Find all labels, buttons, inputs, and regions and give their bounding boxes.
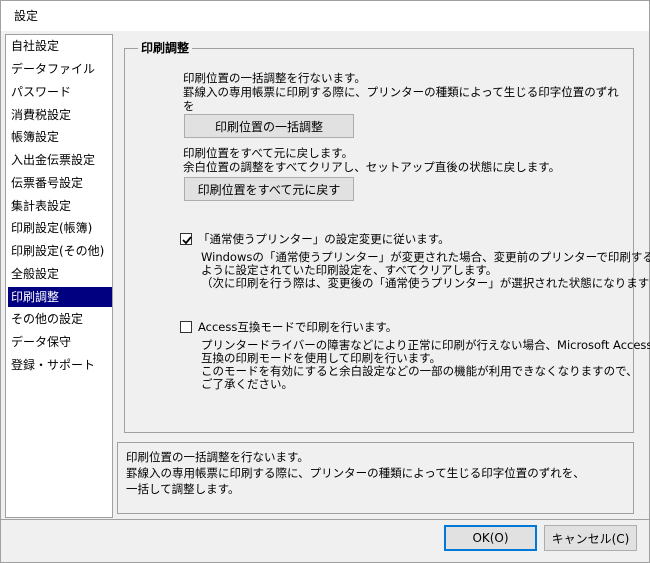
description-line-1: 印刷位置の一括調整を行ないます。 [126,450,309,464]
sidebar-item-general[interactable]: 全般設定 [8,264,112,284]
footer-divider [1,519,649,520]
default-printer-desc-3: （次に印刷を行う際は、変更後の「通常使うプリンター」が選択された状態になります） [201,276,650,290]
bulk-adjust-button[interactable]: 印刷位置の一括調整 [184,114,354,138]
sidebar-item-slip-number[interactable]: 伝票番号設定 [8,173,112,193]
cancel-button[interactable]: キャンセル(C) [544,525,637,551]
group-title: 印刷調整 [138,41,193,56]
default-printer-checkbox[interactable] [180,233,192,245]
sidebar-item-tax[interactable]: 消費税設定 [8,105,112,125]
window-title: 設定 [14,9,39,23]
sidebar-item-cash-slip[interactable]: 入出金伝票設定 [8,150,112,170]
access-compat-checkbox[interactable] [180,321,192,333]
settings-dialog: 設定 自社設定 データファイル パスワード 消費税設定 帳簿設定 入出金伝票設定… [0,0,650,563]
access-compat-label[interactable]: Access互換モードで印刷を行います。 [198,320,397,334]
ok-button[interactable]: OK(O) [444,525,537,551]
sidebar-item-other[interactable]: その他の設定 [8,309,112,329]
print-adjust-group: 印刷調整 印刷位置の一括調整を行ないます。 罫線入の専用帳票に印刷する際に、プリ… [124,41,650,433]
description-line-2: 罫線入の専用帳票に印刷する際に、プリンターの種類によって生じる印字位置のずれを、 [126,466,585,480]
sidebar-item-data-file[interactable]: データファイル [8,59,112,79]
sidebar-item-ledger[interactable]: 帳簿設定 [8,127,112,147]
description-panel: 印刷位置の一括調整を行ないます。 罫線入の専用帳票に印刷する際に、プリンターの種… [117,442,634,514]
bulk-adjust-desc-3: を [183,99,195,113]
reset-desc-2: 余白位置の調整をすべてクリアし、セットアップ直後の状態に戻します。 [183,160,561,174]
access-compat-desc-3: このモードを有効にすると余白設定などの一部の機能が利用できなくなりますので、 [201,364,638,378]
default-printer-desc-2: ように設定されていた印刷設定を、すべてクリアします。 [201,263,498,277]
default-printer-label[interactable]: 「通常使うプリンター」の設定変更に従います。 [198,232,450,246]
checkmark-icon [182,236,192,245]
sidebar-item-print-other[interactable]: 印刷設定(その他) [8,241,112,261]
sidebar-item-company[interactable]: 自社設定 [8,36,112,56]
dialog-body: 自社設定 データファイル パスワード 消費税設定 帳簿設定 入出金伝票設定 伝票… [1,31,650,562]
reset-desc-1: 印刷位置をすべて元に戻します。 [183,146,354,160]
bulk-adjust-desc-2: 罫線入の専用帳票に印刷する際に、プリンターの種類によって生じる印字位置のずれ [183,85,619,99]
description-line-3: 一括して調整します。 [126,482,240,496]
reset-print-position-button[interactable]: 印刷位置をすべて元に戻す [184,177,354,201]
sidebar-item-print-ledger[interactable]: 印刷設定(帳簿) [8,218,112,238]
sidebar-item-print-adjust[interactable]: 印刷調整 [8,287,112,307]
access-compat-desc-2: 互換の印刷モードを使用して印刷を行います。 [201,351,442,365]
sidebar-item-registration[interactable]: 登録・サポート [8,355,112,375]
access-compat-desc-1: プリンタードライバーの障害などにより正常に印刷が行えない場合、Microsoft… [201,338,650,352]
sidebar-item-password[interactable]: パスワード [8,82,112,102]
settings-category-list[interactable]: 自社設定 データファイル パスワード 消費税設定 帳簿設定 入出金伝票設定 伝票… [5,34,113,518]
bulk-adjust-desc-1: 印刷位置の一括調整を行ないます。 [183,71,366,85]
sidebar-item-summary[interactable]: 集計表設定 [8,196,112,216]
access-compat-desc-4: ご了承ください。 [201,377,293,391]
default-printer-desc-1: Windowsの「通常使うプリンター」が変更された場合、変更前のプリンターで印刷… [201,250,650,264]
title-bar: 設定 [1,1,649,31]
sidebar-item-data-maintenance[interactable]: データ保守 [8,332,112,352]
